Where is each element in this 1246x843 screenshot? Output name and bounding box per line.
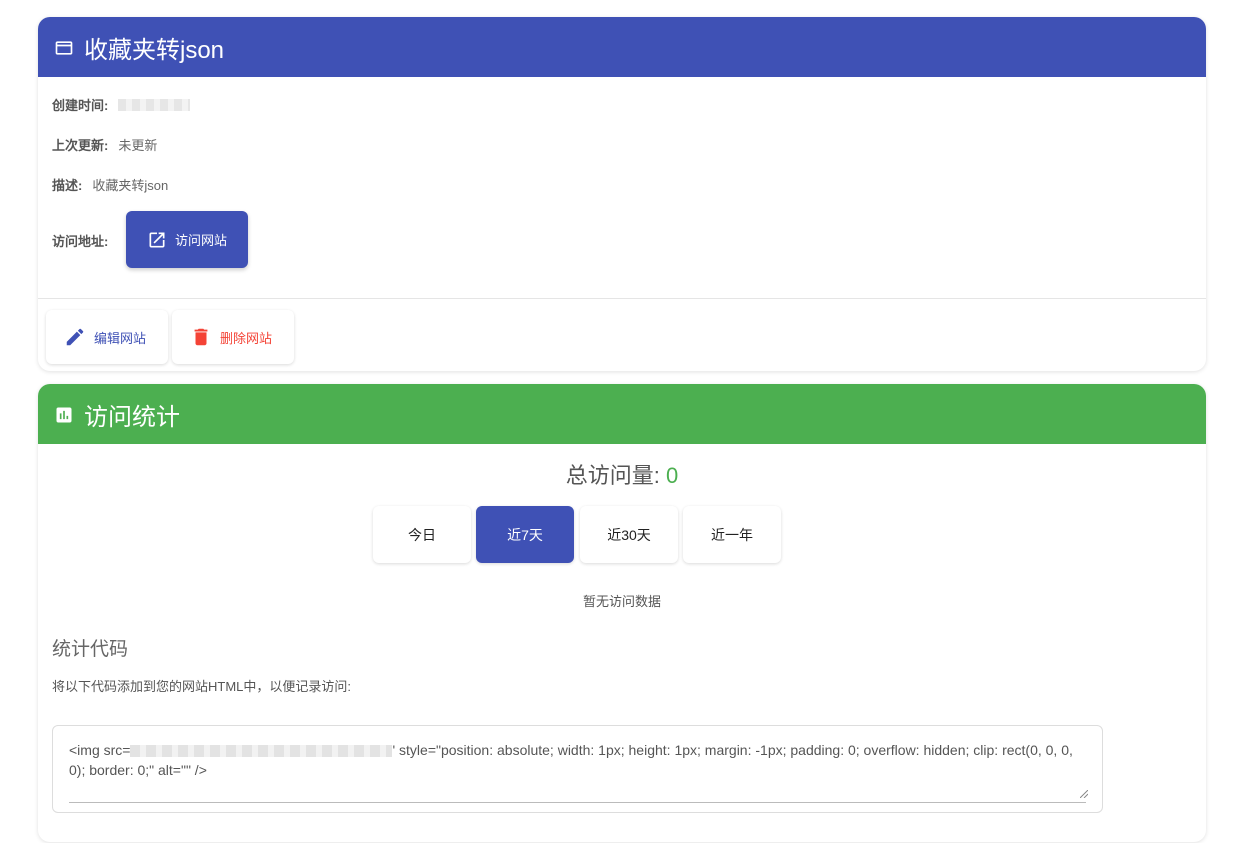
desc-value: 收藏夹转json xyxy=(92,178,169,193)
divider xyxy=(38,298,1206,299)
total-visits-value: 0 xyxy=(665,463,679,488)
updated-label: 上次更新: xyxy=(52,138,109,153)
created-row: 创建时间: xyxy=(52,95,191,114)
visit-site-label: 访问网站 xyxy=(174,233,227,248)
site-card: 收藏夹转json 创建时间: 上次更新: 未更新 描述: 收藏夹转json 访问… xyxy=(38,17,1206,371)
desc-label: 描述: xyxy=(52,178,83,193)
resize-handle-icon[interactable] xyxy=(1080,790,1088,798)
range-7days-label: 近7天 xyxy=(507,526,543,543)
range-year-label: 近一年 xyxy=(711,526,753,543)
created-label: 创建时间: xyxy=(52,98,109,113)
stats-card: 访问统计 总访问量: 0 今日 近7天 近30天 近一年 暂无访问数据 统计代码… xyxy=(38,384,1206,842)
total-visits: 总访问量: 0 xyxy=(38,458,1206,490)
delete-site-button[interactable]: 删除网站 xyxy=(172,310,294,364)
pencil-icon xyxy=(66,328,84,346)
code-section-desc: 将以下代码添加到您的网站HTML中，以便记录访问: xyxy=(52,679,352,694)
range-year-button[interactable]: 近一年 xyxy=(683,506,781,563)
stats-card-header: 访问统计 xyxy=(38,384,1206,444)
range-7days-button[interactable]: 近7天 xyxy=(476,506,574,563)
updated-row: 上次更新: 未更新 xyxy=(52,135,157,154)
desc-row: 描述: 收藏夹转json xyxy=(52,175,168,194)
range-today-button[interactable]: 今日 xyxy=(373,506,471,563)
web-window-icon xyxy=(54,37,74,57)
stats-title: 访问统计 xyxy=(84,403,180,431)
url-label: 访问地址: xyxy=(52,234,109,249)
delete-site-label: 删除网站 xyxy=(220,330,273,346)
range-today-label: 今日 xyxy=(408,526,436,543)
trash-icon xyxy=(194,328,208,346)
total-visits-label: 总访问量: xyxy=(565,463,666,488)
code-url-redacted xyxy=(130,745,393,758)
range-30days-button[interactable]: 近30天 xyxy=(580,506,678,563)
url-row: 访问地址: xyxy=(52,231,118,250)
site-card-header: 收藏夹转json xyxy=(38,17,1206,77)
range-30days-label: 近30天 xyxy=(607,526,651,543)
updated-value: 未更新 xyxy=(118,138,158,153)
open-in-new-icon xyxy=(149,232,165,247)
edit-site-button[interactable]: 编辑网站 xyxy=(46,310,168,364)
bar-chart-icon xyxy=(54,404,74,424)
code-prefix: <img src= xyxy=(69,742,131,758)
no-data-message: 暂无访问数据 xyxy=(582,594,661,609)
visit-site-button[interactable]: 访问网站 xyxy=(126,211,248,268)
site-title: 收藏夹转json xyxy=(84,36,225,64)
created-value-redacted xyxy=(118,98,191,111)
edit-site-label: 编辑网站 xyxy=(94,330,147,346)
tracking-code-textarea[interactable]: <img src= ' style="position: absolute; wi… xyxy=(52,725,1103,813)
code-section-title: 统计代码 xyxy=(52,639,129,660)
